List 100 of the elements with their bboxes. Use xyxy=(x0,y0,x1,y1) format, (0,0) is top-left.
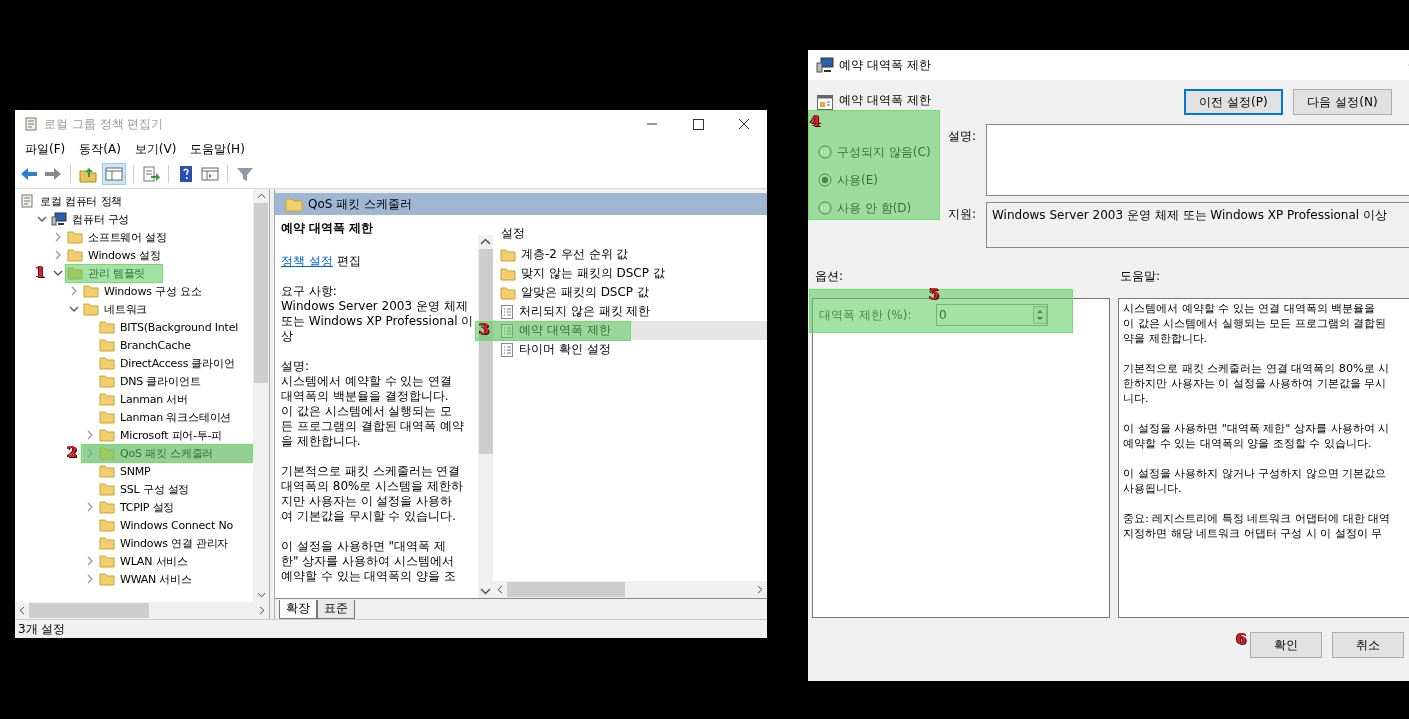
window-title: 로컬 그룹 정책 편집기 xyxy=(44,115,164,133)
folder-icon xyxy=(99,446,115,460)
forward-arrow-icon[interactable] xyxy=(43,165,63,183)
spin-field[interactable]: 0 xyxy=(936,304,1048,326)
folder-up-icon[interactable] xyxy=(78,165,98,183)
column-header[interactable]: 설정 xyxy=(493,225,767,245)
setting-item[interactable]: 알맞은 패킷의 DSCP 값 xyxy=(493,283,767,302)
scrollbar-thumb[interactable] xyxy=(254,203,268,383)
policy-setting-icon xyxy=(816,93,834,111)
options-label: 옵션: xyxy=(814,267,845,285)
help-text: 시스템에서 예약할 수 있는 연결 대역폭의 백분율을 이 값은 시스템에서 실행되는 모든 프로그램의 결합된 약을 제한합니다. xyxy=(1123,301,1388,346)
tree-item[interactable]: TCPIP 설정 xyxy=(83,498,177,516)
tree-item[interactable]: SSL 구성 설정 xyxy=(83,480,192,498)
comment-field[interactable] xyxy=(986,124,1409,196)
tree-item[interactable]: 관리 템플릿 xyxy=(51,264,148,282)
menu-item[interactable]: 도움말(H) xyxy=(183,140,252,158)
policy-settings-link[interactable]: 정책 설정 xyxy=(281,254,333,268)
computer-icon xyxy=(816,57,834,73)
radio-option[interactable]: 사용 안 함(D) xyxy=(818,194,940,222)
dialog-button[interactable]: 취소 xyxy=(1332,632,1404,658)
folder-icon xyxy=(99,536,115,550)
tree-item[interactable]: WLAN 서비스 xyxy=(83,552,190,570)
setting-item[interactable]: 예약 대역폭 제한 xyxy=(493,321,767,340)
description-text: 설명: 시스템에서 예약할 수 있는 연결 대역폭의 백분율을 결정합니다. 이 값은 시스템에서 실행되는 모 든 프로그램의 결합된 대역폭 예약 을 제한합니다. xyxy=(281,359,466,449)
folder-icon xyxy=(99,428,115,442)
console-tree-icon[interactable] xyxy=(102,163,126,185)
tree-item[interactable]: DirectAccess 클라이언 xyxy=(83,354,237,372)
scrollbar-thumb[interactable] xyxy=(478,249,493,454)
tree-item[interactable]: Windows Connect No xyxy=(83,516,235,534)
tree-item[interactable]: Lanman 서버 xyxy=(83,390,190,408)
folder-icon xyxy=(99,320,115,334)
annotation-number: 3 xyxy=(479,322,490,337)
tab[interactable]: 표준 xyxy=(317,600,355,619)
tree-item[interactable]: SNMP xyxy=(83,462,153,480)
tree-item[interactable]: 로컬 컴퓨터 정책 xyxy=(19,192,125,210)
setting-item[interactable]: 계층-2 우선 순위 값 xyxy=(493,245,767,264)
folder-icon xyxy=(99,482,115,496)
scrollbar-thumb[interactable] xyxy=(29,603,149,618)
tree-item[interactable]: Windows 구성 요소 xyxy=(67,282,204,300)
tree-item[interactable]: Microsoft 피어-투-피 xyxy=(83,426,225,444)
description-text: 기본적으로 패킷 스케줄러는 연결 대역폭의 80%로 시스템을 제한하 지만 사용자는 이 설정을 사용하 여 기본값을 무시할 수 있습니다. xyxy=(281,464,465,524)
radio-icon[interactable] xyxy=(818,173,832,187)
tree-item[interactable]: WWAN 서비스 xyxy=(83,570,194,588)
tree-item[interactable]: BranchCache xyxy=(83,336,193,354)
scrollbar[interactable] xyxy=(253,189,269,602)
help-text: 이 설정을 사용하지 않거나 구성하지 않으면 기본값으 사용됩니다. xyxy=(1123,466,1388,496)
menu-item[interactable]: 파일(F) xyxy=(18,140,73,158)
nav-button[interactable]: 이전 설정(P) xyxy=(1184,89,1283,115)
folder-icon xyxy=(67,248,83,262)
scrollbar-thumb[interactable] xyxy=(507,582,625,597)
setting-item[interactable]: 맞지 않는 패킷의 DSCP 값 xyxy=(493,264,767,283)
policy-title: 예약 대역폭 제한 xyxy=(281,221,375,236)
folder-icon xyxy=(99,410,115,424)
setting-icon xyxy=(500,341,514,358)
radio-icon[interactable] xyxy=(818,145,832,159)
tree-item[interactable]: Windows 연결 관리자 xyxy=(83,534,231,552)
tree-item[interactable]: 컴퓨터 구성 xyxy=(35,210,132,228)
setting-item[interactable]: 타이머 확인 설정 xyxy=(493,340,767,359)
folder-icon xyxy=(99,572,115,586)
document-icon xyxy=(19,194,35,208)
edit-policy-text: 정책 설정 편집 xyxy=(281,254,362,269)
menu-item[interactable]: 동작(A) xyxy=(72,140,128,158)
description-text: 요구 사항: Windows Server 2003 운영 체제 또는 Windows XP Professional 이 상 xyxy=(281,284,474,344)
folder-icon xyxy=(500,285,516,300)
window-icon[interactable] xyxy=(200,165,220,183)
folder-icon xyxy=(99,392,115,406)
pane-title: QoS 패킷 스케줄러 xyxy=(308,195,413,213)
radio-icon[interactable] xyxy=(818,201,832,215)
folder-icon xyxy=(285,196,303,212)
tree-item[interactable]: Lanman 워크스테이션 xyxy=(83,408,234,426)
scrollbar[interactable] xyxy=(478,235,493,598)
setting-icon xyxy=(500,322,514,339)
folder-icon xyxy=(67,230,83,244)
spin-arrows-icon[interactable] xyxy=(1033,306,1047,324)
support-field: Windows Server 2003 운영 체제 또는 Windows XP Professional 이상 xyxy=(986,202,1409,248)
dialog-button[interactable]: 확인 xyxy=(1250,632,1322,658)
scrollbar[interactable] xyxy=(15,602,269,619)
export-list-icon[interactable] xyxy=(141,165,161,183)
computer-icon xyxy=(51,212,67,226)
nav-button[interactable]: 다음 설정(N) xyxy=(1293,89,1392,115)
folder-icon xyxy=(67,266,83,280)
tree-item[interactable]: BITS(Background Intel xyxy=(83,318,241,336)
annotation-number: 1 xyxy=(35,265,46,280)
folder-icon xyxy=(99,554,115,568)
filter-icon[interactable] xyxy=(235,165,255,183)
tree-item[interactable]: Windows 설정 xyxy=(51,246,163,264)
back-arrow-icon[interactable] xyxy=(19,165,39,183)
radio-option[interactable]: 구성되지 않음(C) xyxy=(818,138,940,166)
radio-option[interactable]: 사용(E) xyxy=(818,166,940,194)
tree-item[interactable]: DNS 클라이언트 xyxy=(83,372,203,390)
help-label: 도움말: xyxy=(1120,267,1161,285)
tree-item[interactable]: 소프트웨어 설정 xyxy=(51,228,169,246)
option-label: 대역폭 제한 (%): xyxy=(819,306,913,324)
scrollbar[interactable] xyxy=(493,581,767,598)
setting-item[interactable]: 처리되지 않은 패킷 제한 xyxy=(493,302,767,321)
tab[interactable]: 확장 xyxy=(279,600,317,619)
folder-icon xyxy=(83,302,99,316)
tree-item[interactable]: 네트워크 xyxy=(67,300,150,318)
menu-item[interactable]: 보기(V) xyxy=(127,140,184,158)
folder-icon xyxy=(500,247,516,262)
